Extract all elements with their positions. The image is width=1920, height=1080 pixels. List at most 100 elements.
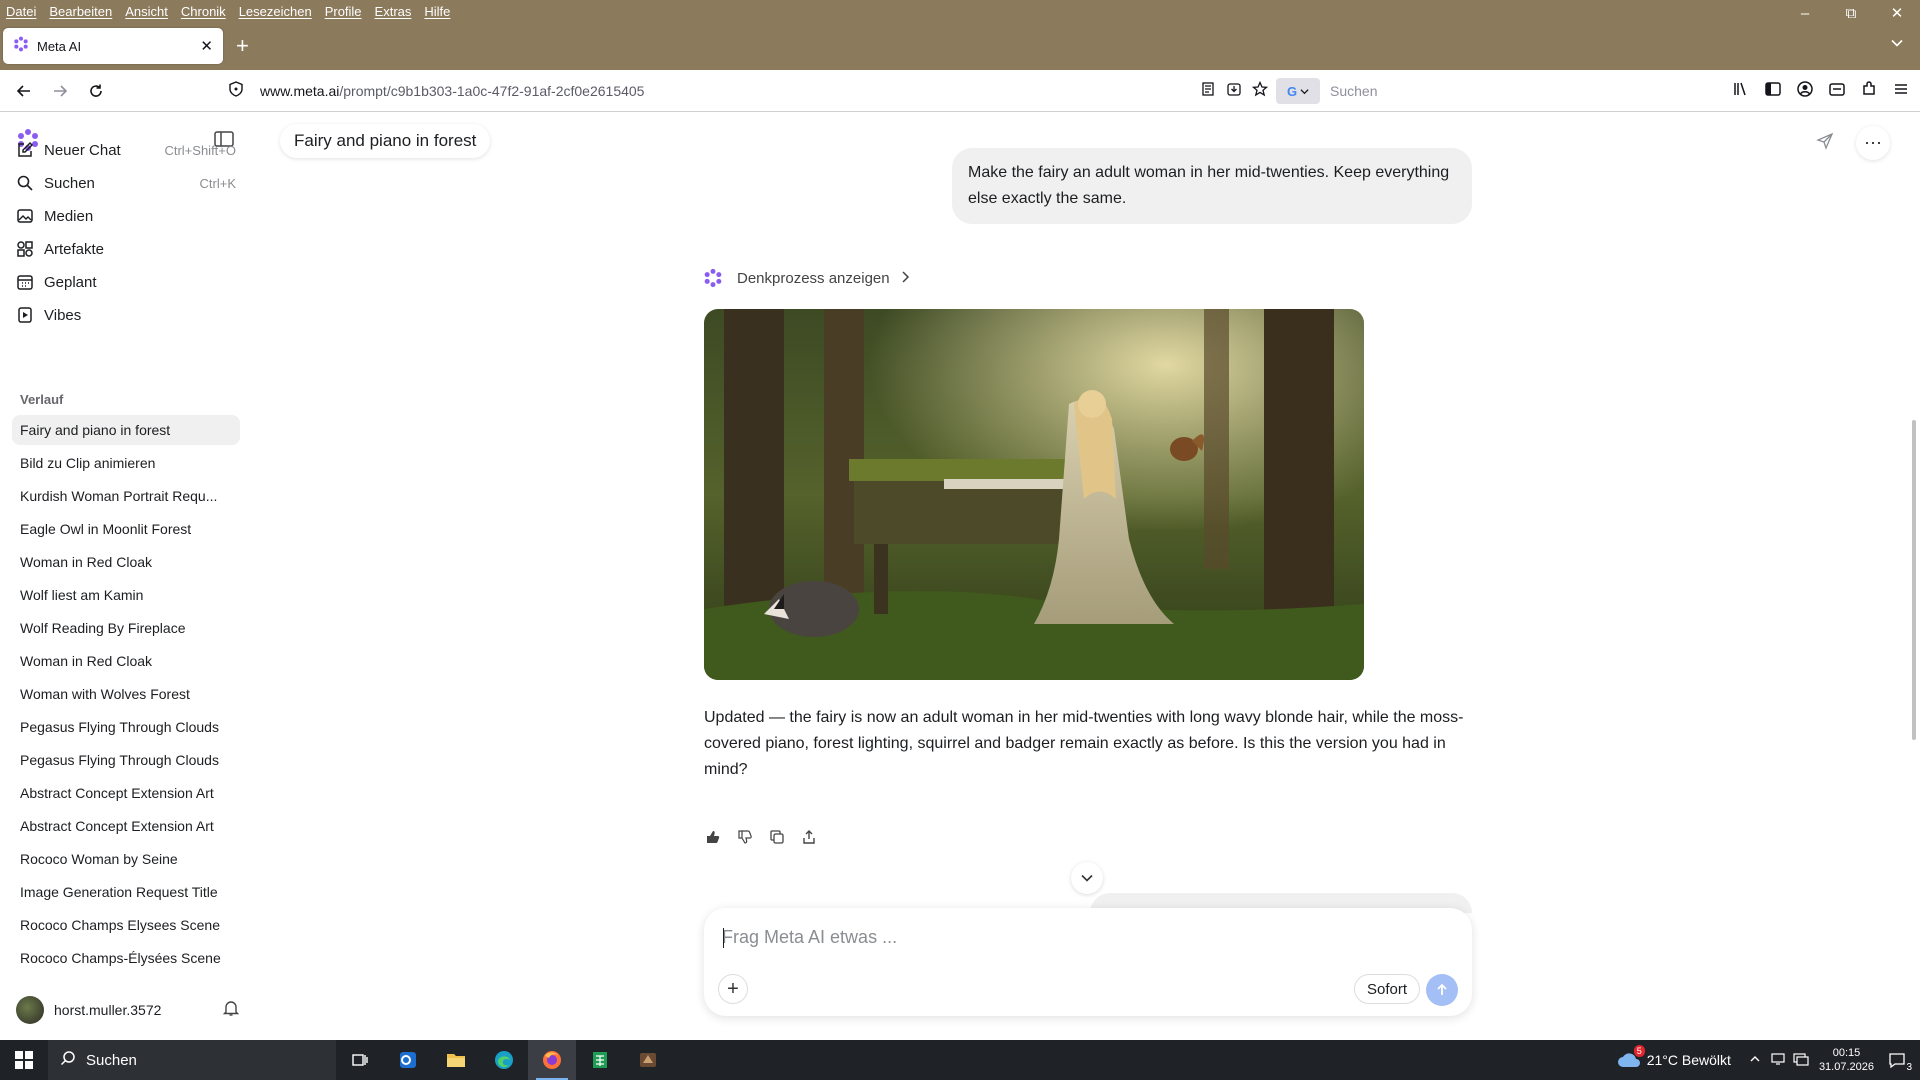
- history-item[interactable]: Abstract Concept Extension Art: [12, 811, 240, 841]
- chevron-up-icon[interactable]: [1749, 1053, 1761, 1068]
- url-domain: www.meta.ai: [260, 83, 340, 99]
- history-item[interactable]: Woman with Wolves Forest: [12, 679, 240, 709]
- media-button[interactable]: Medien: [16, 203, 236, 229]
- extensions-icon[interactable]: [1860, 80, 1878, 103]
- grid-icon: [16, 240, 36, 258]
- menu-ansicht[interactable]: Ansicht: [125, 4, 168, 19]
- search-engine-selector[interactable]: G: [1276, 78, 1320, 104]
- new-chat-label: Neuer Chat: [44, 141, 121, 159]
- site-info-icon[interactable]: [228, 80, 244, 102]
- media-label: Medien: [44, 207, 94, 225]
- scheduled-button[interactable]: Geplant: [16, 269, 236, 295]
- message-input[interactable]: [722, 922, 1422, 952]
- chevron-down-icon[interactable]: [1890, 36, 1904, 55]
- bell-icon[interactable]: [222, 999, 240, 1022]
- thumbs-up-icon[interactable]: [704, 828, 722, 846]
- history-item[interactable]: Fairy and piano in forest: [12, 415, 240, 445]
- generated-image[interactable]: [704, 309, 1364, 680]
- send-button[interactable]: [1426, 974, 1458, 1006]
- history-item[interactable]: Pegasus Flying Through Clouds: [12, 745, 240, 775]
- menu-hilfe[interactable]: Hilfe: [424, 4, 450, 19]
- copy-icon[interactable]: [768, 828, 786, 846]
- history-item[interactable]: Eagle Owl in Moonlit Forest: [12, 514, 240, 544]
- history-item[interactable]: Woman in Red Cloak: [12, 646, 240, 676]
- file-explorer-icon[interactable]: [432, 1040, 480, 1080]
- spreadsheet-app-icon[interactable]: [576, 1040, 624, 1080]
- more-options-button[interactable]: ⋯: [1856, 126, 1890, 160]
- notification-count: 3: [1906, 1062, 1912, 1073]
- history-item[interactable]: Bild zu Clip animieren: [12, 448, 240, 478]
- avatar[interactable]: [16, 996, 44, 1024]
- history-item[interactable]: Wolf Reading By Fireplace: [12, 613, 240, 643]
- search-button[interactable]: Suchen Ctrl+K: [16, 170, 236, 196]
- chat-title[interactable]: Fairy and piano in forest: [280, 124, 491, 158]
- new-tab-icon[interactable]: +: [236, 34, 249, 58]
- web-search-box[interactable]: G Suchen: [1276, 75, 1576, 107]
- attach-button[interactable]: +: [718, 974, 748, 1004]
- firefox-icon[interactable]: [528, 1040, 576, 1080]
- message-actions: [704, 828, 818, 846]
- reload-icon[interactable]: [78, 75, 114, 107]
- history-item[interactable]: Abstract Concept Extension Art: [12, 778, 240, 808]
- history-item[interactable]: Rococo Champs-Élysées Scene: [12, 943, 240, 973]
- reader-view-icon[interactable]: [1200, 81, 1216, 102]
- history-item[interactable]: Wolf liest am Kamin: [12, 580, 240, 610]
- menu-chronik[interactable]: Chronik: [181, 4, 226, 19]
- arrow-up-icon: [1437, 983, 1447, 995]
- task-view-icon[interactable]: [336, 1040, 384, 1080]
- menu-profile[interactable]: Profile: [325, 4, 362, 19]
- taskbar-search[interactable]: Suchen: [48, 1040, 336, 1080]
- history-item[interactable]: Rococo Woman by Seine: [12, 844, 240, 874]
- play-icon: [16, 306, 36, 324]
- history-item[interactable]: Rococo Champs Elysees Scene: [12, 910, 240, 940]
- menu-datei[interactable]: Datei: [6, 4, 36, 19]
- calendar-icon: [16, 273, 36, 291]
- tab-meta-ai[interactable]: Meta AI ✕: [3, 28, 223, 64]
- meta-ai-favicon-icon: [13, 36, 29, 57]
- weather-widget[interactable]: 5 21°C Bewölkt: [1617, 1045, 1731, 1069]
- url-text[interactable]: www.meta.ai/prompt/c9b1b303-1a0c-47f2-91…: [260, 83, 644, 99]
- menu-extras[interactable]: Extras: [375, 4, 412, 19]
- save-to-pocket-icon[interactable]: [1226, 81, 1242, 102]
- vibes-button[interactable]: Vibes: [16, 302, 236, 328]
- share-icon[interactable]: [1816, 132, 1834, 155]
- outlook-icon[interactable]: [384, 1040, 432, 1080]
- hamburger-menu-icon[interactable]: [1892, 80, 1910, 103]
- search-icon: [16, 174, 36, 192]
- user-profile[interactable]: horst.muller.3572: [16, 995, 240, 1025]
- history-item[interactable]: Woman in Red Cloak: [12, 547, 240, 577]
- close-tab-icon[interactable]: ✕: [200, 37, 213, 55]
- artifacts-button[interactable]: Artefakte: [16, 236, 236, 262]
- menu-bearbeiten[interactable]: Bearbeiten: [49, 4, 112, 19]
- plus-icon: +: [727, 977, 739, 1000]
- network-icon[interactable]: [1793, 1052, 1809, 1069]
- thumbs-down-icon[interactable]: [736, 828, 754, 846]
- page-scrollbar[interactable]: [1912, 420, 1916, 740]
- forward-icon[interactable]: [42, 75, 78, 107]
- scroll-to-bottom-button[interactable]: [1071, 862, 1103, 894]
- windows-start-icon[interactable]: [0, 1040, 48, 1080]
- menu-lesezeichen[interactable]: Lesezeichen: [239, 4, 312, 19]
- container-icon[interactable]: [1828, 80, 1846, 103]
- library-icon[interactable]: [1732, 80, 1750, 103]
- notification-center-icon[interactable]: 3: [1888, 1051, 1912, 1073]
- image-icon: [16, 207, 36, 225]
- sidebar-toggle-icon[interactable]: [1764, 80, 1782, 103]
- back-icon[interactable]: [6, 75, 42, 107]
- text-caret: [723, 928, 724, 948]
- clock[interactable]: 00:15 31.07.2026: [1819, 1046, 1874, 1074]
- artifacts-label: Artefakte: [44, 240, 105, 258]
- edge-browser-icon[interactable]: [480, 1040, 528, 1080]
- history-item[interactable]: Pegasus Flying Through Clouds: [12, 712, 240, 742]
- new-chat-button[interactable]: Neuer Chat Ctrl+Shift+O: [16, 137, 236, 163]
- show-thinking-button[interactable]: Denkprozess anzeigen: [703, 268, 910, 288]
- display-icon[interactable]: [1771, 1052, 1785, 1069]
- history-item[interactable]: Kurdish Woman Portrait Requ...: [12, 481, 240, 511]
- history-item[interactable]: Image Generation Request Title: [12, 877, 240, 907]
- share-upload-icon[interactable]: [800, 828, 818, 846]
- mode-selector-button[interactable]: Sofort: [1354, 974, 1421, 1004]
- bookmark-star-icon[interactable]: [1251, 80, 1269, 102]
- url-bar[interactable]: www.meta.ai/prompt/c9b1b303-1a0c-47f2-91…: [228, 75, 1269, 107]
- game-app-icon[interactable]: [624, 1040, 672, 1080]
- account-icon[interactable]: [1796, 80, 1814, 103]
